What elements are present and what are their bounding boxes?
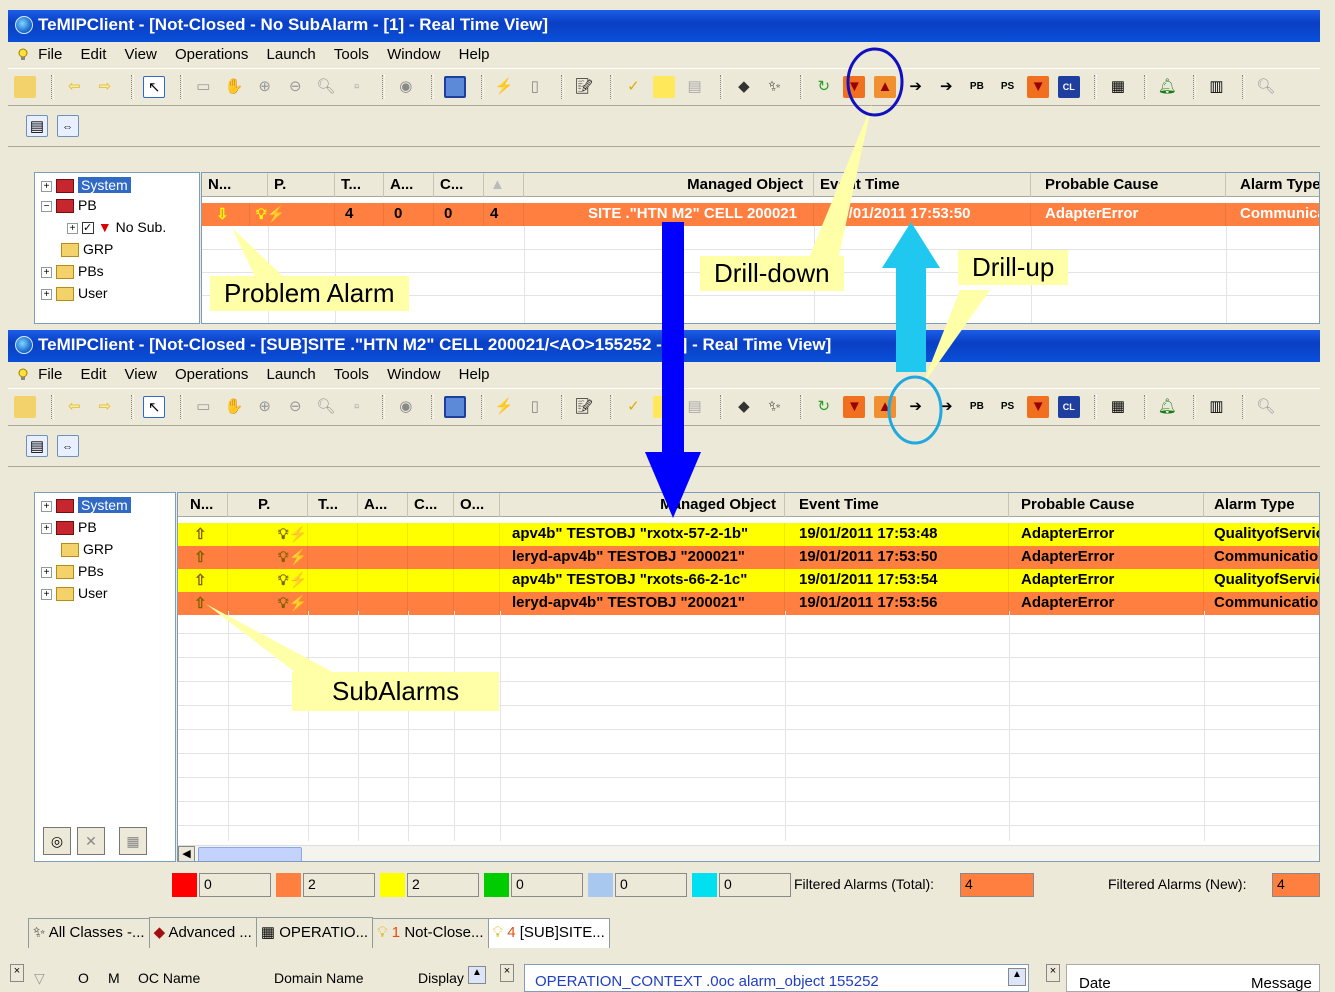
drill-up-highlight — [887, 375, 943, 445]
callout-pointer — [206, 604, 340, 676]
composite-screenshot: TeMIPClient - [Not-Closed - No SubAlarm … — [0, 0, 1335, 992]
drill-down-arrow — [645, 222, 701, 518]
callout-pointer — [808, 104, 872, 260]
callout-pointer — [922, 290, 990, 386]
callout-pointer — [232, 228, 290, 283]
drill-up-arrow — [882, 222, 940, 372]
drill-down-highlight — [846, 47, 904, 117]
callout-subalarms: SubAlarms — [292, 672, 500, 711]
annotation-overlay — [206, 47, 990, 676]
callout-problem-alarm: Problem Alarm — [210, 276, 409, 311]
callout-drill-up: Drill-up — [958, 250, 1069, 285]
callout-drill-down: Drill-down — [700, 256, 844, 291]
